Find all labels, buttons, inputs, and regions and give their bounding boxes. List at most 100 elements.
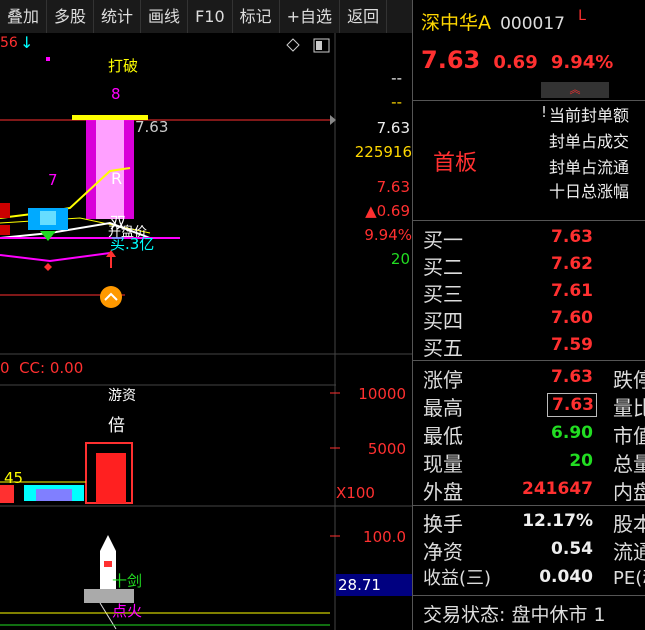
axis-dash-1: -- bbox=[391, 69, 402, 87]
stat2-value: 0.54 bbox=[551, 539, 593, 559]
ten-day-label: 十日总涨幅 bbox=[549, 182, 630, 201]
bid-label: 买五 bbox=[423, 336, 463, 360]
bid-label: 买二 bbox=[423, 255, 463, 279]
toolbar-f10-button[interactable]: F10 bbox=[188, 0, 233, 33]
cc-label: 0 CC: 0.00 bbox=[0, 359, 84, 377]
toolbar-add-watchlist-button[interactable]: +自选 bbox=[280, 0, 341, 33]
stat2-right-label: 股本 bbox=[613, 512, 645, 536]
stat-row: 涨停 7.63 跌停 bbox=[413, 364, 645, 392]
seal-float-label: 封单占流通 bbox=[549, 158, 630, 177]
axis-5000: 5000 bbox=[367, 440, 406, 458]
buy-label: 买.3亿 bbox=[110, 235, 155, 253]
label-45: 45 bbox=[4, 469, 24, 487]
toolbar-stats-button[interactable]: 统计 bbox=[94, 0, 142, 33]
stat2-right-label: 流通 bbox=[613, 540, 645, 564]
stat-right-label: 量比 bbox=[613, 396, 645, 420]
bottom-value: 28.71 bbox=[338, 576, 381, 594]
bid-price: 7.61 bbox=[551, 281, 593, 301]
bid-price: 7.60 bbox=[551, 308, 593, 328]
bottom-value-box: 28.71 bbox=[336, 574, 412, 596]
bid-row[interactable]: 买二 7.62 bbox=[413, 251, 645, 279]
stat-label: 最高 bbox=[423, 396, 463, 420]
bid-row[interactable]: 买三 7.61 bbox=[413, 278, 645, 306]
down-arrow-icon: ↓ bbox=[20, 33, 34, 52]
label-7: 7 bbox=[48, 171, 58, 189]
stat-label: 现量 bbox=[423, 452, 463, 476]
price-change: 0.69 bbox=[493, 52, 538, 73]
toolbar-back-button[interactable]: 返回 bbox=[340, 0, 388, 33]
bid-row[interactable]: 买五 7.59 bbox=[413, 332, 645, 360]
bid-label: 买一 bbox=[423, 228, 463, 252]
toolbar-mark-button[interactable]: 标记 bbox=[233, 0, 280, 33]
stat2-value: 12.17% bbox=[522, 511, 593, 531]
stat-right-label: 跌停 bbox=[613, 368, 645, 392]
axis-x100: X100 bbox=[336, 484, 375, 502]
collapse-tab[interactable]: ︽ bbox=[541, 82, 609, 98]
axis-100: 100.0 bbox=[363, 528, 406, 546]
toolbar: 叠加 多股 统计 画线 F10 标记 +自选 返回 bbox=[0, 0, 412, 33]
stat-row: 最低 6.90 市值 bbox=[413, 420, 645, 448]
bid-label: 买三 bbox=[423, 282, 463, 306]
axis-change: ▲0.69 bbox=[365, 202, 410, 220]
seal-deal-label: 封单占成交 bbox=[549, 132, 630, 151]
stat-label: 最低 bbox=[423, 424, 463, 448]
section-label: 首板 bbox=[433, 151, 478, 176]
axis-price-2: 7.63 bbox=[376, 178, 410, 196]
price-pct: 9.94% bbox=[550, 52, 614, 73]
bid-row[interactable]: 买一 7.63 bbox=[413, 224, 645, 252]
stat2-row: 换手 12.17% 股本 bbox=[413, 508, 645, 536]
axis-count: 20 bbox=[390, 250, 410, 268]
bei-label: 倍 bbox=[108, 416, 125, 436]
r-label: R bbox=[111, 169, 123, 188]
stat-value: 20 bbox=[569, 451, 593, 471]
toolbar-multi-stock-button[interactable]: 多股 bbox=[47, 0, 95, 33]
axis-10000: 10000 bbox=[358, 385, 406, 403]
stock-name: 深中华A bbox=[421, 12, 491, 34]
trading-status: 交易状态: 盘中休市 1 bbox=[423, 604, 606, 626]
kline-chart-area[interactable]: 56 ↓ 打破 8 7.63 7 R 双 开盘价 买.3亿 -- -- 7.63… bbox=[0, 33, 412, 630]
stat-value: 241647 bbox=[522, 479, 593, 499]
sword-label: 十剑 bbox=[112, 572, 143, 590]
stat-right-label: 内盘 bbox=[613, 480, 645, 504]
axis-dash-2: -- bbox=[391, 93, 402, 111]
bid-label: 买四 bbox=[423, 309, 463, 333]
top-left-value: 56 bbox=[0, 35, 18, 51]
stat-right-label: 总量 bbox=[613, 452, 645, 476]
bid-price: 7.62 bbox=[551, 254, 593, 274]
stock-code: 000017 bbox=[500, 14, 565, 34]
stat2-right-label: PE(动 bbox=[613, 568, 645, 589]
stat2-label: 收益(三) bbox=[423, 568, 492, 589]
price-row: 7.63 0.69 9.94% bbox=[421, 46, 613, 74]
seal-amount-label: 当前封单额 bbox=[549, 106, 630, 125]
stock-header: 深中华A 000017 L bbox=[421, 8, 586, 35]
diamond-marker-icon bbox=[44, 263, 52, 271]
quote-panel: 深中华A 000017 L 7.63 0.69 9.94% ︽ 首板 ! 当前封… bbox=[412, 0, 645, 630]
toolbar-overlay-button[interactable]: 叠加 bbox=[0, 0, 48, 33]
stat-right-label: 市值 bbox=[613, 424, 645, 448]
green-arrow-icon bbox=[40, 231, 56, 241]
chevron-up-icon: ︽ bbox=[569, 83, 581, 96]
stat-value: 7.63 bbox=[551, 367, 593, 387]
rocket-icon bbox=[100, 535, 116, 551]
toolbar-draw-line-button[interactable]: 画线 bbox=[141, 0, 189, 33]
axis-volume: 225916 bbox=[354, 143, 412, 161]
up-circle-icon bbox=[100, 286, 122, 308]
stat-row: 外盘 241647 内盘 bbox=[413, 476, 645, 504]
stat2-value: 0.040 bbox=[539, 567, 593, 587]
info-icon: ! bbox=[541, 103, 548, 121]
stock-flag: L bbox=[578, 8, 586, 24]
stat2-row: 净资 0.54 流通 bbox=[413, 536, 645, 564]
stat-label: 涨停 bbox=[423, 368, 463, 392]
price-line-label: 7.63 bbox=[135, 118, 169, 136]
stat-label: 外盘 bbox=[423, 480, 463, 504]
stat-value: 6.90 bbox=[551, 423, 593, 443]
annotation-top: 打破 bbox=[108, 57, 139, 75]
stat2-label: 净资 bbox=[423, 540, 463, 564]
vol-header: 游资 bbox=[108, 388, 136, 404]
diamond-toggle-icon bbox=[286, 38, 300, 52]
axis-price: 7.63 bbox=[376, 119, 410, 137]
bid-price: 7.63 bbox=[551, 227, 593, 247]
bid-row[interactable]: 买四 7.60 bbox=[413, 305, 645, 333]
current-price: 7.63 bbox=[421, 46, 481, 74]
stat-value-boxed: 7.63 bbox=[547, 393, 597, 417]
